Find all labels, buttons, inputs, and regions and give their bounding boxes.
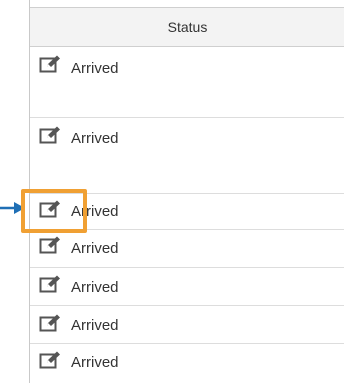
table-header: Status [30, 7, 344, 47]
edit-icon[interactable] [39, 275, 61, 293]
status-text: Arrived [71, 130, 119, 147]
edit-icon[interactable] [39, 351, 61, 369]
status-column-header[interactable]: Status [30, 19, 344, 35]
table-row: Arrived [30, 118, 344, 194]
status-text: Arrived [71, 240, 119, 257]
page: Status Arrived Arrived Arrived Arrived A… [0, 0, 344, 383]
edit-icon[interactable] [39, 55, 61, 73]
table-row: Arrived [30, 344, 344, 383]
status-text: Arrived [71, 354, 119, 371]
status-text: Arrived [71, 317, 119, 334]
table-row: Arrived [30, 306, 344, 344]
status-text: Arrived [71, 279, 119, 296]
table-row: Arrived [30, 47, 344, 118]
edit-icon[interactable] [39, 126, 61, 144]
edit-icon[interactable] [39, 314, 61, 332]
table-row: Arrived [30, 230, 344, 268]
highlight-box [21, 189, 87, 233]
status-text: Arrived [71, 60, 119, 77]
table-row: Arrived [30, 268, 344, 306]
edit-icon[interactable] [39, 236, 61, 254]
